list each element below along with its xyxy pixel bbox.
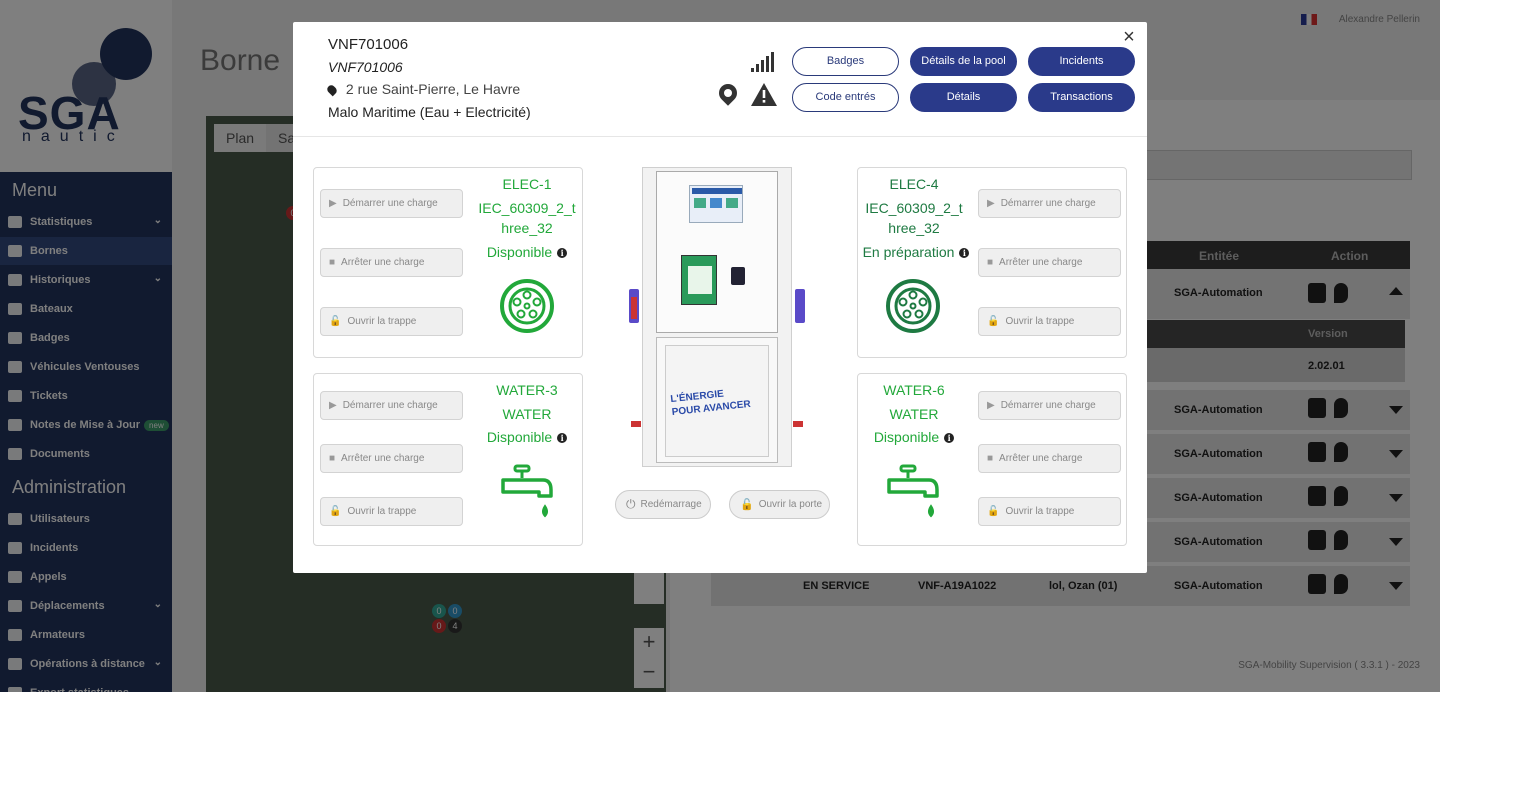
connector-type: WATER bbox=[502, 406, 552, 422]
start-charge-button[interactable]: ▶ Démarrer une charge bbox=[320, 391, 463, 420]
play-icon: ▶ bbox=[329, 400, 337, 411]
open-hatch-button[interactable]: 🔓 Ouvrir la trappe bbox=[978, 307, 1121, 336]
unlock-icon: 🔓 bbox=[987, 316, 1000, 327]
unlock-icon: 🔓 bbox=[987, 506, 1000, 517]
open-hatch-button[interactable]: 🔓 Ouvrir la trappe bbox=[978, 497, 1121, 526]
restart-button[interactable]: ⏻ Redémarrage bbox=[615, 490, 711, 519]
connector-type: WATER bbox=[889, 406, 939, 422]
station-title: VNF701006 bbox=[328, 36, 409, 53]
connector-card-water-3: ▶ Démarrer une charge ■ Arrêter une charge… bbox=[313, 373, 583, 546]
open-door-button[interactable]: 🔓 Ouvrir la porte bbox=[729, 490, 830, 519]
stop-icon: ■ bbox=[987, 453, 994, 464]
play-icon: ▶ bbox=[329, 198, 337, 209]
modal-header: VNF701006 VNF701006 2 rue Saint-Pierre, … bbox=[293, 22, 1147, 137]
connector-type: IEC_60309_2_t bbox=[478, 200, 576, 216]
play-icon: ▶ bbox=[987, 400, 995, 411]
signal-icon bbox=[751, 52, 775, 72]
connector-status: Disponible i bbox=[470, 242, 584, 262]
station-modal: VNF701006 VNF701006 2 rue Saint-Pierre, … bbox=[293, 22, 1147, 573]
location-pin-icon bbox=[715, 80, 741, 106]
connector-name: ELEC-4 bbox=[889, 176, 939, 192]
water-tap-icon bbox=[887, 464, 939, 518]
start-charge-button[interactable]: ▶ Démarrer une charge bbox=[320, 189, 463, 218]
stop-icon: ■ bbox=[329, 453, 336, 464]
incidents-button[interactable]: Incidents bbox=[1028, 47, 1135, 76]
details-button[interactable]: Détails bbox=[910, 83, 1017, 112]
info-icon: i bbox=[557, 433, 568, 444]
connector-name: ELEC-1 bbox=[502, 176, 552, 192]
stop-charge-button[interactable]: ■ Arrêter une charge bbox=[978, 248, 1121, 277]
connector-card-elec-4: ELEC-4 IEC_60309_2_t hree_32 En préparat… bbox=[857, 167, 1127, 358]
connector-card-water-6: WATER-6 WATER Disponible i ▶ Démarrer une … bbox=[857, 373, 1127, 546]
terminal-illustration: L'ÉNERGIE POUR AVANCER bbox=[629, 167, 805, 469]
terminal-screen bbox=[681, 255, 717, 305]
stop-icon: ■ bbox=[329, 257, 336, 268]
pool-details-button[interactable]: Détails de la pool bbox=[910, 47, 1017, 76]
connector-type-cont: hree_32 bbox=[501, 220, 553, 236]
unlock-icon: 🔓 bbox=[329, 506, 342, 517]
start-charge-button[interactable]: ▶ Démarrer une charge bbox=[978, 189, 1121, 218]
connector-status: En préparation i bbox=[858, 242, 974, 262]
electric-socket-icon bbox=[500, 279, 554, 333]
connector-type-cont: hree_32 bbox=[888, 220, 940, 236]
open-hatch-button[interactable]: 🔓 Ouvrir la trappe bbox=[320, 497, 463, 526]
connector-type: IEC_60309_2_t bbox=[865, 200, 963, 216]
power-icon: ⏻ bbox=[626, 497, 636, 511]
stop-charge-button[interactable]: ■ Arrêter une charge bbox=[320, 248, 463, 277]
stop-icon: ■ bbox=[987, 257, 994, 268]
station-address: 2 rue Saint-Pierre, Le Havre bbox=[345, 81, 521, 97]
connector-name: WATER-3 bbox=[496, 382, 558, 398]
open-hatch-button[interactable]: 🔓 Ouvrir la trappe bbox=[320, 307, 463, 336]
connector-status: Disponible i bbox=[858, 427, 970, 447]
play-icon: ▶ bbox=[987, 198, 995, 209]
terminal-card-reader bbox=[731, 267, 745, 285]
water-tap-icon bbox=[501, 464, 553, 518]
station-owner: Malo Maritime (Eau + Electricité) bbox=[328, 104, 531, 120]
close-icon[interactable]: × bbox=[1119, 27, 1139, 47]
code-entries-button[interactable]: Code entrés bbox=[792, 83, 899, 112]
connector-card-elec-1: ▶ Démarrer une charge ■ Arrêter une charge… bbox=[313, 167, 583, 358]
unlock-icon: 🔓 bbox=[329, 316, 342, 327]
station-subtitle: VNF701006 bbox=[328, 59, 403, 75]
connector-status: Disponible i bbox=[470, 427, 584, 447]
map-pin-icon bbox=[325, 83, 339, 97]
transactions-button[interactable]: Transactions bbox=[1028, 83, 1135, 112]
connector-name: WATER-6 bbox=[883, 382, 945, 398]
warning-icon bbox=[751, 83, 777, 106]
stop-charge-button[interactable]: ■ Arrêter une charge bbox=[978, 444, 1121, 473]
info-icon: i bbox=[959, 248, 970, 259]
start-charge-button[interactable]: ▶ Démarrer une charge bbox=[978, 391, 1121, 420]
electric-socket-icon bbox=[886, 279, 940, 333]
info-icon: i bbox=[557, 248, 568, 259]
unlock-icon: 🔓 bbox=[740, 499, 754, 511]
stop-charge-button[interactable]: ■ Arrêter une charge bbox=[320, 444, 463, 473]
badges-button[interactable]: Badges bbox=[792, 47, 899, 76]
info-icon: i bbox=[944, 433, 955, 444]
terminal-info-panel bbox=[689, 185, 743, 223]
